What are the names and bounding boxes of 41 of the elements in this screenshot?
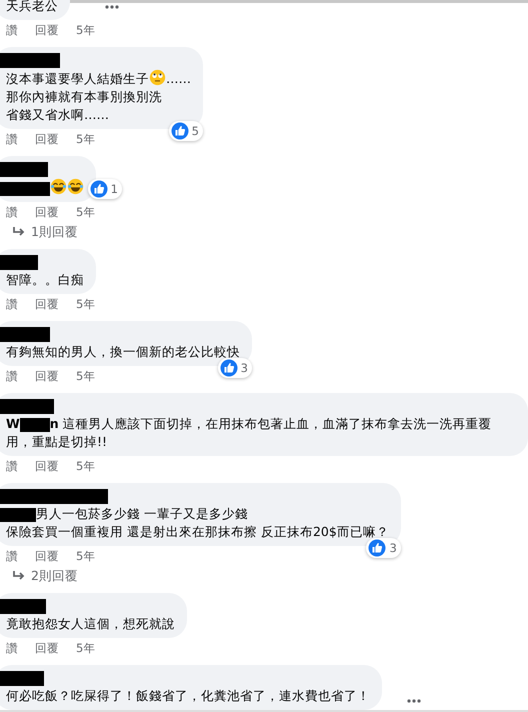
reaction-count: 3 [366, 538, 401, 558]
timestamp: 5年 [76, 23, 96, 37]
action-link[interactable]: 回覆 [35, 205, 59, 219]
action-link[interactable]: 回覆 [35, 641, 59, 655]
action-link[interactable]: 回覆 [35, 369, 59, 383]
timestamp: 5年 [76, 297, 96, 311]
view-replies-link[interactable]: 2則回覆 [31, 568, 78, 584]
comment-text: 天兵老公 [6, 0, 58, 13]
action-link[interactable]: 讚 [6, 369, 18, 383]
timestamp: 5年 [76, 369, 96, 383]
comment-text: 那你內褲就有本事別換別洗 [6, 89, 162, 104]
reaction-count: 1 [88, 179, 122, 199]
timestamp: 5年 [76, 205, 96, 219]
action-link[interactable]: 回覆 [35, 23, 59, 37]
comment-text: 保險套買一個重複用 還是射出來在那抹布擦 反正抹布20$而已嘛？ [6, 524, 389, 539]
action-link[interactable]: 回覆 [35, 549, 59, 563]
comment-text: 省錢又省水啊…… [6, 107, 109, 122]
reaction-count: 3 [218, 358, 252, 378]
timestamp: 5年 [76, 641, 96, 655]
comment-text: 何必吃飯？吃屎得了！飯錢省了，化糞池省了，連水費也省了！ [6, 688, 370, 703]
action-link[interactable]: 讚 [6, 549, 18, 563]
action-link[interactable]: 讚 [6, 641, 18, 655]
comment-text: 有夠無知的男人，換一個新的老公比較快 [6, 344, 240, 359]
comment-text: W n 這種男人應該下面切掉，在用抹布包著止血，血滿了抹布拿去洗一洗再重覆用，重點是切掉!! [6, 416, 492, 449]
timestamp: 5年 [76, 132, 96, 146]
action-link[interactable]: 讚 [6, 459, 18, 473]
comment-text: 男人一包菸多少錢 一輩子又是多少錢 [6, 506, 248, 521]
action-link[interactable]: 回覆 [35, 132, 59, 146]
reaction-count: 5 [168, 121, 203, 141]
comment-text: 竟敢抱怨女人這個，想死就說 [6, 616, 175, 631]
action-link[interactable]: 回覆 [35, 297, 59, 311]
view-replies-link[interactable]: 1則回覆 [31, 224, 78, 240]
timestamp: 5年 [76, 459, 96, 473]
comment-text: 沒本事還要學人結婚生子 …… [6, 71, 191, 86]
action-link[interactable]: 讚 [6, 132, 18, 146]
comment-text: 智障。。白痴 [6, 272, 84, 287]
action-link[interactable]: 讚 [6, 23, 18, 37]
action-link[interactable]: 回覆 [35, 459, 59, 473]
action-link[interactable]: 讚 [6, 297, 18, 311]
action-link[interactable]: 讚 [6, 205, 18, 219]
timestamp: 5年 [76, 549, 96, 563]
